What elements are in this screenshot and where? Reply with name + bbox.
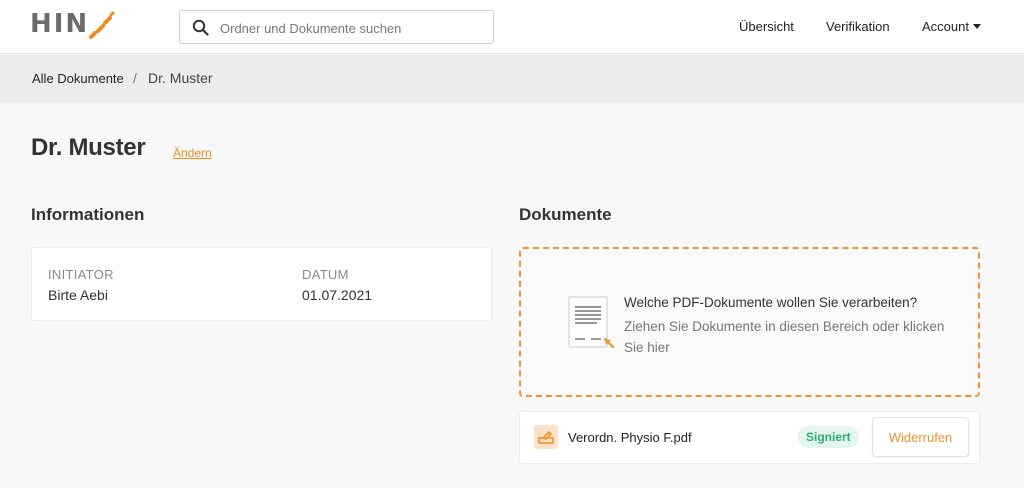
dropzone-subtitle: Ziehen Sie Dokumente in diesen Bereich o… <box>624 319 945 355</box>
information-card: INITIATOR Birte Aebi DATUM 01.07.2021 <box>31 247 492 321</box>
informations-heading: Informationen <box>31 205 145 224</box>
search-box[interactable] <box>179 10 494 44</box>
date-value: 01.07.2021 <box>302 287 373 303</box>
logo-text: HIN <box>30 9 90 39</box>
caret-down-icon <box>972 24 981 29</box>
nav-account-dropdown[interactable]: Account <box>922 19 981 34</box>
page-title: Dr. Muster <box>31 134 146 161</box>
status-badge: Signiert <box>798 426 859 448</box>
initiator-label: INITIATOR <box>48 267 114 282</box>
nav-overview-link[interactable]: Übersicht <box>739 19 794 34</box>
nav-verification-link[interactable]: Verifikation <box>826 19 890 34</box>
document-upload-icon <box>568 296 615 349</box>
logo-mark-icon <box>89 11 115 39</box>
breadcrumb: Alle Dokumente / Dr. Muster <box>0 55 1024 103</box>
document-list-item[interactable]: Verordn. Physio F.pdf Signiert Widerrufe… <box>519 411 980 464</box>
initiator-value: Birte Aebi <box>48 287 108 303</box>
date-label: DATUM <box>302 267 349 282</box>
revoke-button[interactable]: Widerrufen <box>872 417 969 457</box>
dropzone-title: Welche PDF-Dokumente wollen Sie verarbei… <box>624 295 918 310</box>
nav-account-label: Account <box>922 19 969 34</box>
pdf-dropzone[interactable]: Welche PDF-Dokumente wollen Sie verarbei… <box>519 247 980 397</box>
top-navbar: HIN Übersicht Verifikation Account <box>0 0 1024 54</box>
search-icon <box>192 19 209 36</box>
document-file-name[interactable]: Verordn. Physio F.pdf <box>568 430 692 445</box>
signed-document-icon <box>534 425 558 449</box>
change-title-link[interactable]: Ändern <box>173 146 212 160</box>
documents-heading: Dokumente <box>519 205 612 224</box>
breadcrumb-current: Dr. Muster <box>148 70 213 86</box>
breadcrumb-separator: / <box>133 70 137 86</box>
hin-logo[interactable]: HIN <box>30 9 116 45</box>
search-input[interactable] <box>220 17 485 39</box>
breadcrumb-home-link[interactable]: Alle Dokumente <box>32 71 124 86</box>
